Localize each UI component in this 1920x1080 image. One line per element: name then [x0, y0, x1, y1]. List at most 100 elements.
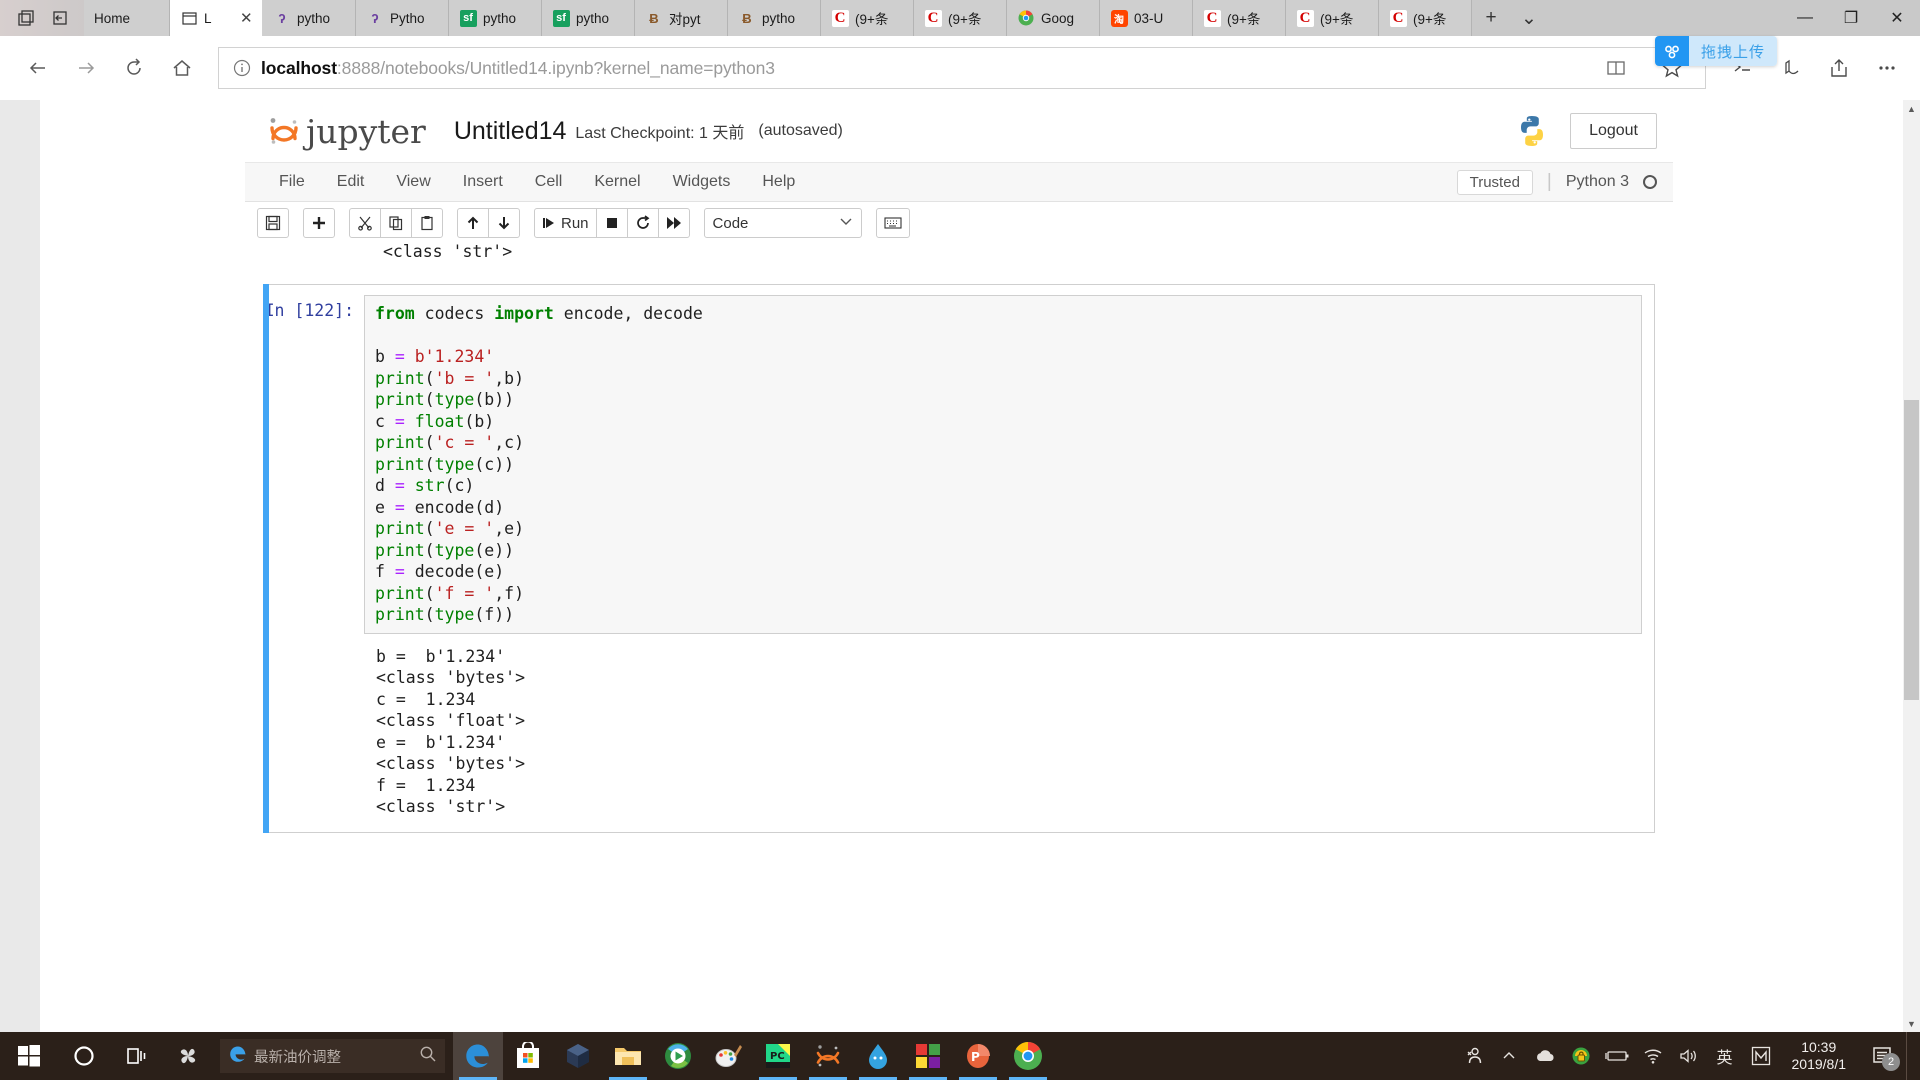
run-button[interactable]: Run: [534, 208, 597, 238]
web-notes-icon[interactable]: [1772, 49, 1810, 87]
refresh-arrow-icon[interactable]: [110, 44, 158, 92]
notification-count-badge: 2: [1882, 1053, 1900, 1071]
browser-tab-0[interactable]: Home: [84, 0, 170, 36]
taskbar-app-office[interactable]: [903, 1032, 953, 1080]
close-button[interactable]: ✕: [1874, 0, 1920, 36]
taskbar-app-chrome[interactable]: [1003, 1032, 1053, 1080]
browser-tab-10[interactable]: Goog: [1007, 0, 1100, 36]
show-hidden-icons-chevron-up-icon[interactable]: [1492, 1032, 1526, 1080]
menu-insert[interactable]: Insert: [447, 173, 519, 191]
kernel-idle-indicator-icon[interactable]: [1643, 175, 1657, 189]
menu-edit[interactable]: Edit: [321, 173, 381, 191]
security-lock-icon[interactable]: [1564, 1032, 1598, 1080]
maximize-restore-button[interactable]: ❐: [1828, 0, 1874, 36]
forward-arrow-icon[interactable]: [62, 44, 110, 92]
fast-forward-icon[interactable]: [657, 208, 690, 238]
scrollbar-thumb[interactable]: [1904, 400, 1919, 700]
scroll-up-arrow-icon[interactable]: ▲: [1903, 100, 1920, 117]
menu-kernel[interactable]: Kernel: [578, 173, 656, 191]
share-icon[interactable]: [1820, 49, 1858, 87]
stop-icon[interactable]: [595, 208, 628, 238]
save-icon[interactable]: [257, 208, 289, 238]
back-arrow-icon[interactable]: [14, 44, 62, 92]
cortana-circle-icon[interactable]: [58, 1032, 110, 1080]
code-line: print('e = ',e): [375, 519, 525, 538]
set-aside-tabs-icon[interactable]: [16, 8, 36, 28]
taskbar-app-pycharm[interactable]: PC: [753, 1032, 803, 1080]
code-editor[interactable]: from codecs import encode, decode b = b'…: [364, 295, 1642, 634]
cell-type-select[interactable]: Code: [703, 208, 862, 238]
reading-view-icon[interactable]: [1597, 49, 1635, 87]
taskbar-app-media-player[interactable]: [653, 1032, 703, 1080]
people-icon[interactable]: [1456, 1032, 1490, 1080]
notebook-title[interactable]: Untitled14: [454, 117, 567, 146]
ime-language-indicator[interactable]: 英: [1708, 1032, 1742, 1080]
browser-tab-5[interactable]: sf pytho: [542, 0, 635, 36]
onedrive-icon[interactable]: [1528, 1032, 1562, 1080]
copy-icon[interactable]: [380, 208, 412, 238]
code-cell[interactable]: In [122]: from codecs import encode, dec…: [263, 284, 1655, 833]
drag-upload-badge[interactable]: 拖拽上传: [1655, 36, 1778, 66]
paste-icon[interactable]: [411, 208, 443, 238]
tab-list-chevron-down-icon[interactable]: ⌄: [1510, 0, 1548, 36]
menu-view[interactable]: View: [380, 173, 446, 191]
task-view-icon[interactable]: [110, 1032, 162, 1080]
taskbar-app-powerpoint[interactable]: P: [953, 1032, 1003, 1080]
taskbar-app-microsoft-store[interactable]: [503, 1032, 553, 1080]
browser-tab-3[interactable]: ʔ Pytho: [356, 0, 449, 36]
taskbar-clock[interactable]: 10:39 2019/8/1: [1780, 1032, 1859, 1080]
jupyter-logo[interactable]: jupyter: [267, 112, 426, 151]
battery-icon[interactable]: [1600, 1032, 1634, 1080]
wifi-icon[interactable]: [1636, 1032, 1670, 1080]
arrow-down-icon[interactable]: [488, 208, 520, 238]
menu-file[interactable]: File: [263, 173, 321, 191]
browser-tab-2[interactable]: ʔ pytho: [263, 0, 356, 36]
taskbar-app-paint[interactable]: [703, 1032, 753, 1080]
menu-cell[interactable]: Cell: [519, 173, 579, 191]
taskbar-app-water-drop[interactable]: [853, 1032, 903, 1080]
volume-icon[interactable]: [1672, 1032, 1706, 1080]
browser-tab-13[interactable]: C (9+条: [1286, 0, 1379, 36]
ime-mode-indicator[interactable]: [1744, 1032, 1778, 1080]
plus-icon[interactable]: [303, 208, 335, 238]
arrow-up-icon[interactable]: [457, 208, 489, 238]
logout-button[interactable]: Logout: [1570, 113, 1657, 149]
browser-tab-9[interactable]: C (9+条: [914, 0, 1007, 36]
pinwheel-icon[interactable]: [162, 1032, 214, 1080]
edge-icon: [228, 1044, 248, 1069]
browser-tab-label: (9+条: [855, 12, 889, 27]
menu-help[interactable]: Help: [746, 173, 811, 191]
keyboard-icon[interactable]: [875, 208, 910, 238]
browser-tab-14[interactable]: C (9+条: [1379, 0, 1472, 36]
scissors-icon[interactable]: [349, 208, 381, 238]
restart-icon[interactable]: [626, 208, 659, 238]
tabs-you-set-aside-icon[interactable]: [50, 8, 70, 28]
browser-tab-8[interactable]: C (9+条: [821, 0, 914, 36]
scroll-down-arrow-icon[interactable]: ▼: [1903, 1015, 1920, 1032]
more-icon[interactable]: [1868, 49, 1906, 87]
site-info-icon[interactable]: [229, 59, 255, 77]
show-desktop-button[interactable]: [1906, 1032, 1914, 1080]
browser-tab-7[interactable]: Ƀ pytho: [728, 0, 821, 36]
browser-tab-1[interactable]: L ✕: [170, 0, 263, 36]
close-icon[interactable]: ✕: [240, 11, 256, 26]
browser-tab-6[interactable]: Ƀ 对pyt: [635, 0, 728, 36]
home-icon[interactable]: [158, 44, 206, 92]
menu-widgets[interactable]: Widgets: [657, 173, 747, 191]
taskbar-app-jupyter[interactable]: [803, 1032, 853, 1080]
browser-tab-4[interactable]: sf pytho: [449, 0, 542, 36]
windows-start-icon[interactable]: [0, 1032, 58, 1080]
page-scrollbar[interactable]: ▲ ▼: [1903, 100, 1920, 1032]
trusted-badge[interactable]: Trusted: [1456, 169, 1533, 195]
notification-center-button[interactable]: 2: [1860, 1032, 1904, 1080]
minimize-button[interactable]: —: [1782, 0, 1828, 36]
search-icon[interactable]: [419, 1045, 437, 1068]
taskbar-app-edge[interactable]: [453, 1032, 503, 1080]
browser-tab-12[interactable]: C (9+条: [1193, 0, 1286, 36]
taskbar-app-virtualbox[interactable]: [553, 1032, 603, 1080]
taskbar-app-file-explorer[interactable]: [603, 1032, 653, 1080]
new-tab-button[interactable]: +: [1472, 0, 1510, 36]
browser-tab-11[interactable]: 淘 03-U: [1100, 0, 1193, 36]
address-bar[interactable]: localhost:8888/notebooks/Untitled14.ipyn…: [218, 47, 1706, 89]
taskbar-search-box[interactable]: 最新油价调整: [220, 1039, 445, 1073]
